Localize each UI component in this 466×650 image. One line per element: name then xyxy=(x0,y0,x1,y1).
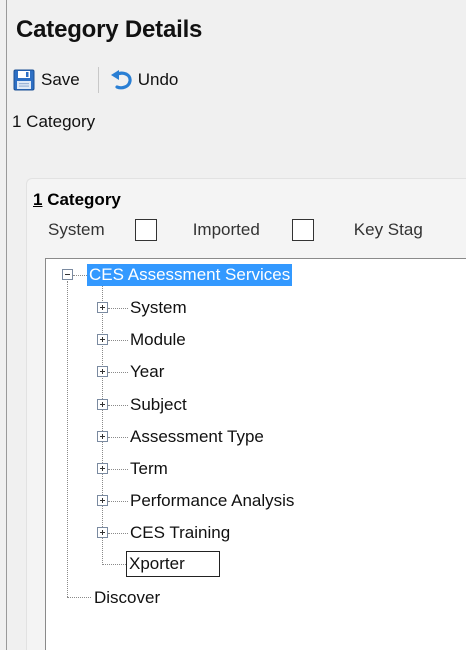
key-stage-flag-label: Key Stag xyxy=(353,220,423,239)
tree-children-connector xyxy=(102,281,103,563)
undo-button-label: Undo xyxy=(137,70,179,89)
tree-branch-line xyxy=(102,564,126,565)
imported-checkbox[interactable] xyxy=(291,219,314,241)
system-flag-label: System xyxy=(48,220,105,239)
expand-toggle-subject[interactable] xyxy=(97,399,108,410)
expand-toggle-performance-analysis[interactable] xyxy=(97,495,108,506)
tree-branch-line xyxy=(108,340,128,341)
tree-branch-line xyxy=(108,533,128,534)
tree-branch-line xyxy=(67,597,91,598)
tree-node-system[interactable]: System xyxy=(130,297,187,319)
expand-toggle-module[interactable] xyxy=(97,334,108,345)
tree-node-subject[interactable]: Subject xyxy=(130,394,187,416)
tree-node-term[interactable]: Term xyxy=(130,458,168,480)
tree-node-assessment-type[interactable]: Assessment Type xyxy=(130,426,264,448)
tree-branch-line xyxy=(108,405,128,406)
save-button[interactable]: Save xyxy=(12,65,84,95)
toolbar-separator xyxy=(97,67,99,93)
expand-toggle-year[interactable] xyxy=(97,366,108,377)
tree-branch-line xyxy=(108,308,128,309)
breadcrumb: 1 Category xyxy=(12,112,96,131)
tree-branch-line xyxy=(108,437,128,438)
undo-arrow-icon xyxy=(109,68,133,92)
tree-branch-line xyxy=(108,501,128,502)
category-tree[interactable]: CES Assessment Services System Module Ye… xyxy=(45,258,466,650)
expand-toggle-term[interactable] xyxy=(97,463,108,474)
flags-row: System Imported Key Stag xyxy=(48,217,423,243)
page-title: Category Details xyxy=(16,16,203,43)
toolbar: Save Undo xyxy=(12,63,182,97)
tree-node-rename-input[interactable] xyxy=(126,551,220,577)
tree-node-discover[interactable]: Discover xyxy=(94,587,160,609)
section-title-text: Category xyxy=(47,190,121,209)
category-details-window: Category Details Save Undo 1 Category 1 … xyxy=(0,0,466,650)
section-number: 1 xyxy=(33,190,43,209)
window-left-border xyxy=(6,0,7,650)
system-checkbox[interactable] xyxy=(134,219,157,241)
tree-node-root[interactable]: CES Assessment Services xyxy=(87,264,293,286)
expand-toggle-system[interactable] xyxy=(97,302,108,313)
tree-node-performance-analysis[interactable]: Performance Analysis xyxy=(130,490,294,512)
tree-root-connector xyxy=(67,281,68,597)
save-button-label: Save xyxy=(41,70,80,89)
tree-branch-line xyxy=(108,469,128,470)
tree-branch-line xyxy=(108,372,128,373)
section-title: 1 Category xyxy=(33,190,121,210)
tree-node-year[interactable]: Year xyxy=(130,361,164,383)
save-disk-icon xyxy=(12,68,36,92)
expand-toggle-ces-training[interactable] xyxy=(97,527,108,538)
tree-node-module[interactable]: Module xyxy=(130,329,186,351)
tree-node-ces-training[interactable]: CES Training xyxy=(130,522,230,544)
root-collapse-toggle[interactable] xyxy=(62,269,73,280)
undo-button[interactable]: Undo xyxy=(109,65,183,95)
expand-toggle-assessment-type[interactable] xyxy=(97,431,108,442)
tree-branch-line xyxy=(73,275,87,276)
imported-flag-label: Imported xyxy=(192,220,260,239)
